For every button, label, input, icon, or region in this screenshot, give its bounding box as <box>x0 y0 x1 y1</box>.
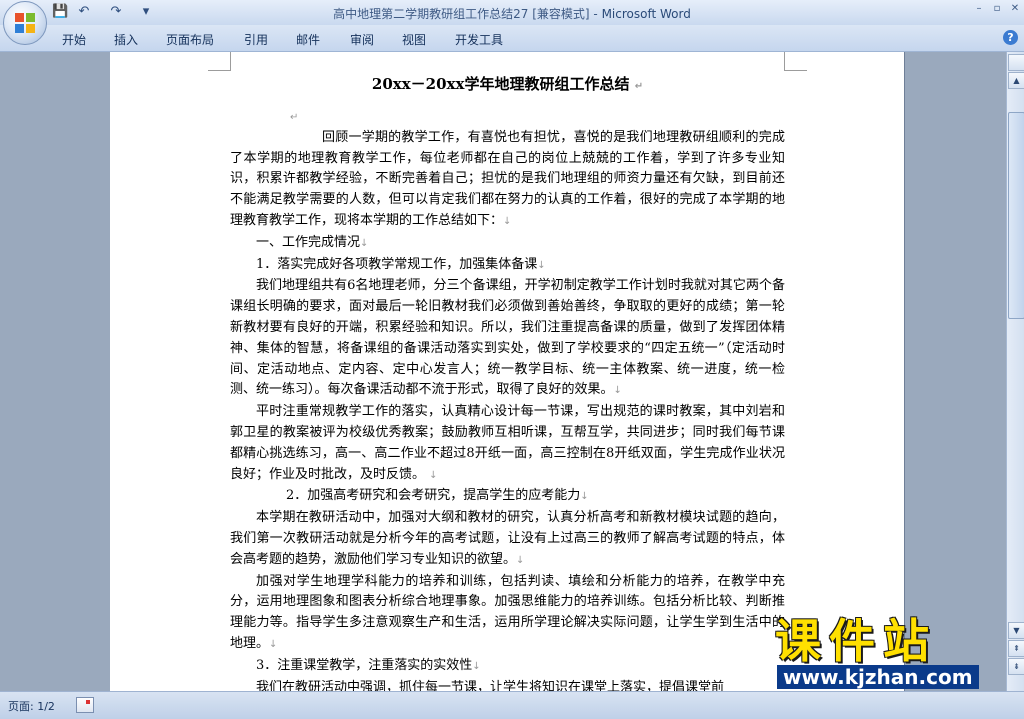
paragraph-text: 平时注重常规教学工作的落实，认真精心设计每一节课，写出规范的课时教案，其中刘岩和… <box>230 404 785 482</box>
paragraph-mark: ↵ <box>290 112 299 123</box>
heading-text: 1．落实完成好各项教学常规工作，加强集体备课 <box>256 256 538 272</box>
app-name: Microsoft Word <box>601 7 691 21</box>
document-name: 高中地理第二学期教研组工作总结27 [兼容模式] <box>333 7 590 21</box>
body-paragraph: 平时注重常规教学工作的落实，认真精心设计每一节课，写出规范的课时教案，其中刘岩和… <box>230 402 785 486</box>
line-break-mark: ↓ <box>537 259 546 271</box>
tab-developer[interactable]: 开发工具 <box>455 31 503 48</box>
watermark-url: www.kjzhan.com <box>777 665 979 689</box>
heading-text: 2．加强高考研究和会考研究，提高学生的应考能力 <box>286 488 581 504</box>
body-paragraph: 回顾一学期的教学工作，有喜悦也有担忧，喜悦的是我们地理教研组顺利的完成了本学期的… <box>230 128 785 233</box>
document-title-text: 20xx－20xx学年地理教研组工作总结 <box>371 75 630 93</box>
status-bar: 页面: 1/2 <box>0 691 1024 719</box>
margin-corner-mark <box>784 52 807 71</box>
heading-text: 3．注重课堂教学，注重落实的实效性 <box>256 657 473 673</box>
window-title: 高中地理第二学期教研组工作总结27 [兼容模式] - Microsoft Wor… <box>0 5 1024 22</box>
next-page-icon[interactable]: ⇟ <box>1008 658 1024 675</box>
paragraph-mark: ↵ <box>634 81 644 92</box>
body-paragraph: 我们在教研活动中强调，抓住每一节课，让学生将知识在课堂上落实，提倡课堂前 <box>230 678 785 691</box>
document-workarea: 20xx－20xx学年地理教研组工作总结 ↵ ↵ 回顾一学期的教学工作，有喜悦也… <box>0 52 1006 691</box>
tab-mailings[interactable]: 邮件 <box>296 31 320 48</box>
watermark-brand: 课件站 <box>775 614 937 668</box>
line-break-mark: ↓ <box>516 554 525 566</box>
watermark-logo: 课件站 www.kjzhan.com <box>775 615 1005 695</box>
subsection-heading: 1．落实完成好各项教学常规工作，加强集体备课↓ <box>230 255 785 277</box>
maximize-button[interactable]: ▫ <box>990 2 1004 16</box>
paragraph-text: 回顾一学期的教学工作，有喜悦也有担忧，喜悦的是我们地理教研组顺利的完成了本学期的… <box>230 129 785 228</box>
document-page[interactable]: 20xx－20xx学年地理教研组工作总结 ↵ ↵ 回顾一学期的教学工作，有喜悦也… <box>110 52 904 691</box>
office-logo-icon <box>15 13 35 33</box>
subsection-heading: 2．加强高考研究和会考研究，提高学生的应考能力↓ <box>230 486 785 508</box>
proofing-icon[interactable] <box>76 697 94 713</box>
line-break-mark: ↓ <box>613 385 622 397</box>
title-separator: - <box>589 7 602 21</box>
body-paragraph: 我们地理组共有6名地理老师，分三个备课组，开学初制定教学工作计划时我就对其它两个… <box>230 276 785 402</box>
line-break-mark: ↓ <box>580 491 589 503</box>
tab-page-layout[interactable]: 页面布局 <box>166 31 214 48</box>
line-break-mark: ↓ <box>360 237 369 249</box>
line-break-mark: ↓ <box>429 469 438 481</box>
line-break-mark: ↓ <box>472 660 481 672</box>
scroll-thumb[interactable] <box>1008 112 1024 319</box>
line-break-mark: ↓ <box>269 638 278 650</box>
scroll-down-icon[interactable]: ▼ <box>1008 622 1024 639</box>
subsection-heading: 3．注重课堂教学，注重落实的实效性↓ <box>230 656 785 678</box>
body-paragraph: 本学期在教研活动中，加强对大纲和教材的研究，认真分析高考和新教材模块试题的趋向，… <box>230 508 785 571</box>
tab-insert[interactable]: 插入 <box>114 31 138 48</box>
office-button[interactable] <box>3 1 47 45</box>
margin-corner-mark <box>208 52 231 71</box>
page-indicator[interactable]: 页面: 1/2 <box>8 698 55 714</box>
previous-page-icon[interactable]: ⇞ <box>1008 640 1024 657</box>
tab-references[interactable]: 引用 <box>244 31 268 48</box>
help-icon[interactable]: ? <box>1003 30 1018 45</box>
line-break-mark: ↓ <box>503 215 512 227</box>
paragraph-text: 本学期在教研活动中，加强对大纲和教材的研究，认真分析高考和新教材模块试题的趋向，… <box>230 510 785 567</box>
tab-review[interactable]: 审阅 <box>350 31 374 48</box>
scroll-up-icon[interactable]: ▲ <box>1008 72 1024 89</box>
ribbon-tab-bar: 开始 插入 页面布局 引用 邮件 审阅 视图 开发工具 ? <box>0 25 1024 52</box>
section-heading: 一、工作完成情况↓ <box>230 233 785 255</box>
paragraph-text: 我们地理组共有6名地理老师，分三个备课组，开学初制定教学工作计划时我就对其它两个… <box>230 278 785 398</box>
title-bar: 💾 ↶ ↷ ▾ 高中地理第二学期教研组工作总结27 [兼容模式] - Micro… <box>0 0 1024 45</box>
tab-view[interactable]: 视图 <box>402 31 426 48</box>
close-button[interactable]: ✕ <box>1008 2 1022 16</box>
document-title: 20xx－20xx学年地理教研组工作总结 ↵ <box>230 72 785 99</box>
ruler-toggle-icon[interactable] <box>1008 54 1024 71</box>
empty-paragraph: ↵ <box>230 107 785 128</box>
minimize-button[interactable]: – <box>972 2 986 16</box>
vertical-scrollbar[interactable]: ▲ ▼ ⇞ ⇟ <box>1006 52 1024 691</box>
paragraph-text: 我们在教研活动中强调，抓住每一节课，让学生将知识在课堂上落实，提倡课堂前 <box>256 679 725 691</box>
tab-home[interactable]: 开始 <box>62 31 86 48</box>
document-body[interactable]: 20xx－20xx学年地理教研组工作总结 ↵ ↵ 回顾一学期的教学工作，有喜悦也… <box>230 72 785 691</box>
paragraph-text: 加强对学生地理学科能力的培养和训练，包括判读、填绘和分析能力的培养，在教学中充分… <box>230 573 785 651</box>
body-paragraph: 加强对学生地理学科能力的培养和训练，包括判读、填绘和分析能力的培养，在教学中充分… <box>230 572 785 656</box>
heading-text: 一、工作完成情况 <box>256 234 361 250</box>
